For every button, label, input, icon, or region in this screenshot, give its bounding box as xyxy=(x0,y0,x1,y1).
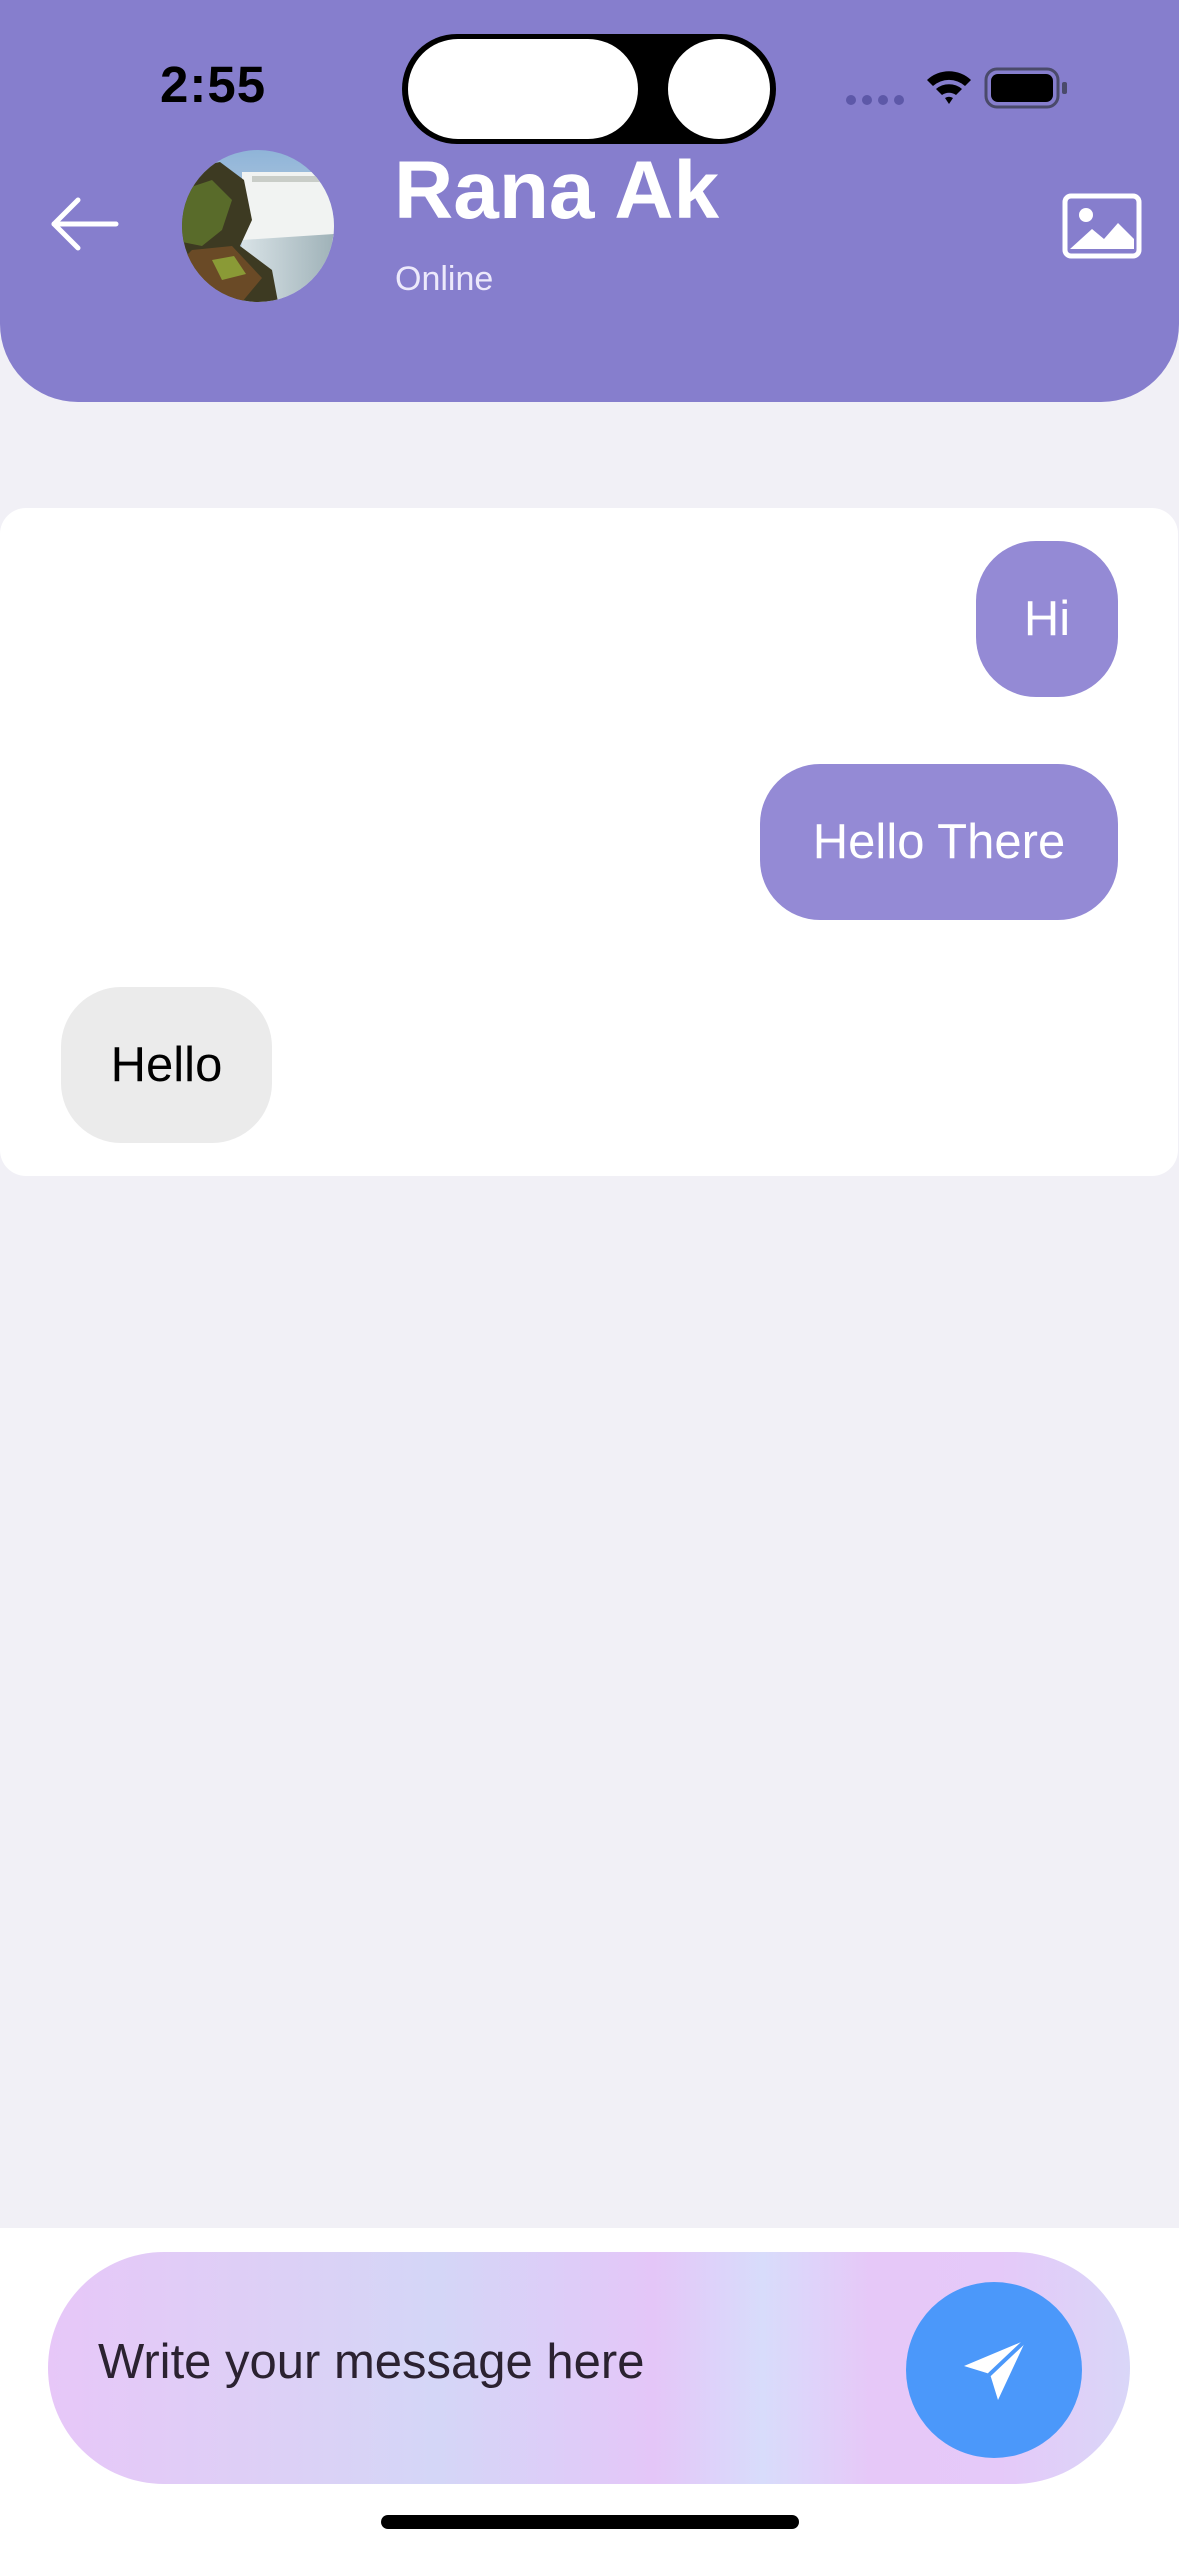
island-dot xyxy=(668,39,770,139)
island-pill xyxy=(408,39,638,139)
home-indicator xyxy=(381,2515,799,2529)
paper-plane-icon xyxy=(964,2338,1028,2400)
message-input-placeholder: Write your message here xyxy=(98,2335,645,2389)
message-text: Hello xyxy=(110,1038,223,1092)
message-text: Hi xyxy=(1023,592,1071,646)
contact-status: Online xyxy=(395,260,494,298)
back-button[interactable] xyxy=(48,190,124,258)
arrow-left-icon xyxy=(51,197,119,251)
wifi-icon xyxy=(927,71,971,104)
contact-avatar[interactable] xyxy=(182,150,334,302)
status-time: 2:55 xyxy=(160,56,267,113)
status-icons xyxy=(846,67,1067,109)
contact-name: Rana Ak xyxy=(394,145,720,236)
waterfall-photo xyxy=(182,150,334,302)
send-button[interactable] xyxy=(906,2282,1082,2458)
image-button[interactable] xyxy=(1062,193,1142,259)
message-list: Hi Hello There Hello xyxy=(0,508,1178,1176)
image-icon xyxy=(1062,193,1142,259)
battery-icon xyxy=(984,67,1067,109)
message-text: Hello There xyxy=(812,815,1066,869)
message-bubble-received[interactable]: Hello xyxy=(61,987,272,1143)
dynamic-island xyxy=(402,34,776,144)
signal-dots-icon xyxy=(846,95,904,105)
message-bubble-sent[interactable]: Hi xyxy=(976,541,1118,697)
message-bubble-sent[interactable]: Hello There xyxy=(760,764,1118,920)
